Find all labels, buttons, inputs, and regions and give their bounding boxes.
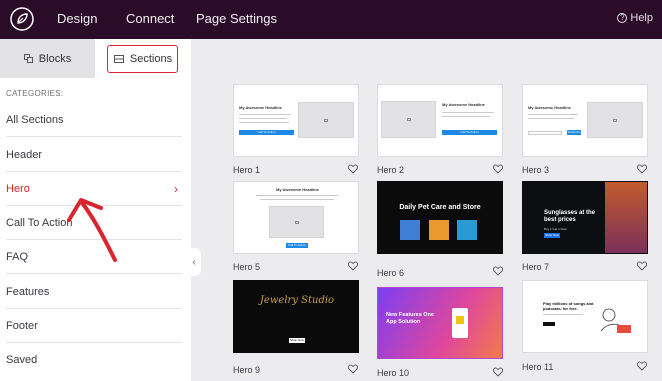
template-label: Hero 5 [233,262,261,272]
template-hero-11-thumbnail[interactable]: Play millions of songs and podcasts, for… [522,280,648,353]
annotation-arrow-icon [67,198,117,262]
template-hero-3-thumbnail[interactable]: My Awesome Headline Subscribe [522,84,648,157]
template-label: Hero 10 [377,368,410,378]
highlight-outline [107,45,178,73]
favorite-heart-icon[interactable] [493,367,503,377]
seedprod-logo-icon[interactable] [10,7,34,31]
template-label: Hero 3 [522,165,550,175]
nav-design[interactable]: Design [57,11,97,26]
category-hero-label: Hero [6,182,30,195]
help-link[interactable]: ? Help [617,12,653,24]
help-label: Help [630,12,653,24]
favorite-heart-icon[interactable] [493,266,503,276]
template-label: Hero 6 [377,268,405,278]
tab-sections[interactable]: Sections [95,39,191,78]
template-label: Hero 11 [522,362,554,372]
template-hero-5-thumbnail[interactable]: My Awesome Headline Call To Action [233,181,359,254]
favorite-heart-icon[interactable] [637,261,647,271]
favorite-heart-icon[interactable] [348,261,358,271]
template-label: Hero 7 [522,262,550,272]
favorite-heart-icon[interactable] [637,361,647,371]
category-header[interactable]: Header [6,138,182,172]
template-hero-6-thumbnail[interactable]: Daily Pet Care and Store [377,181,503,254]
nav-connect[interactable]: Connect [126,11,174,26]
favorite-heart-icon[interactable] [637,164,647,174]
categories-heading: CATEGORIES: [6,89,64,98]
favorite-heart-icon[interactable] [493,164,503,174]
blocks-icon [23,54,33,63]
template-label: Hero 2 [377,165,405,175]
chevron-right-icon: › [174,182,178,196]
category-footer[interactable]: Footer [6,309,182,343]
template-hero-1-thumbnail[interactable]: My Awesome Headline Call To Action [233,84,359,157]
favorite-heart-icon[interactable] [348,164,358,174]
favorite-heart-icon[interactable] [348,364,358,374]
top-bar: Design Connect Page Settings ? Help [0,0,662,39]
nav-page-settings[interactable]: Page Settings [196,11,277,26]
template-hero-9-thumbnail[interactable]: Jewelry Studio Shop Now [233,280,359,353]
category-all-sections[interactable]: All Sections [6,103,182,137]
category-features[interactable]: Features [6,275,182,309]
template-label: Hero 9 [233,365,261,375]
category-saved[interactable]: Saved [6,343,182,377]
template-label: Hero 1 [233,165,261,175]
tab-blocks[interactable]: Blocks [0,39,95,78]
template-hero-2-thumbnail[interactable]: My Awesome Headline Call To Action [377,84,503,157]
template-hero-10-thumbnail[interactable]: New Features One App Solution [377,287,503,359]
collapse-sidebar-toggle[interactable]: ‹ [187,248,201,276]
question-icon: ? [617,13,628,23]
template-hero-7-thumbnail[interactable]: Sunglasses at the best prices Buy 1 Get … [522,181,648,254]
tab-blocks-label: Blocks [38,52,72,65]
